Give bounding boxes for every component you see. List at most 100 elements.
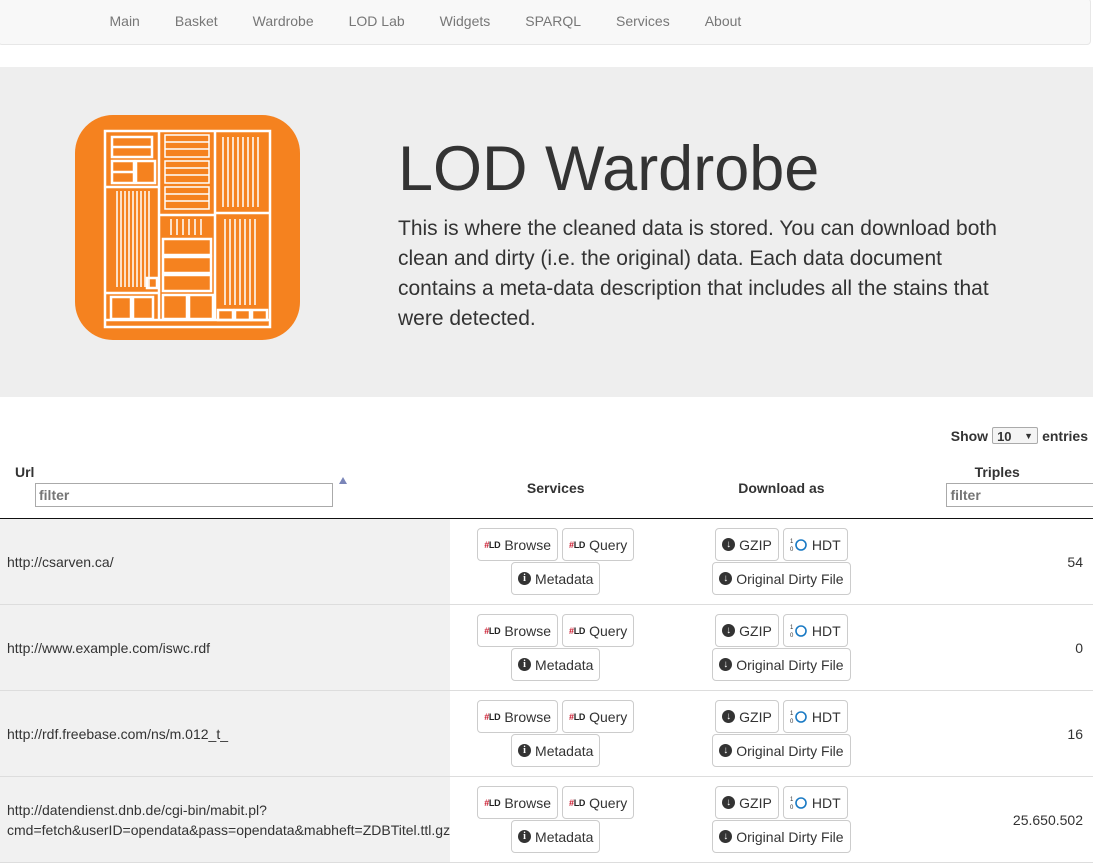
nav-item-sparql[interactable]: SPARQL: [508, 0, 599, 44]
download-icon: ↓: [719, 744, 733, 757]
page-size-select[interactable]: 10 ▼: [992, 427, 1039, 444]
table-row: http://rdf.freebase.com/ns/m.012_t_ #LD …: [0, 690, 1093, 777]
nav-menu: Main Basket Wardrobe LOD Lab Widgets SPA…: [92, 0, 759, 44]
original-dirty-file-button[interactable]: ↓ Original Dirty File: [712, 562, 851, 595]
query-label: Query: [589, 622, 628, 639]
browse-button[interactable]: #LD Browse: [477, 614, 558, 647]
original-dirty-file-button[interactable]: ↓ Original Dirty File: [712, 734, 851, 767]
linked-data-icon: #LD: [484, 539, 501, 550]
hdt-label: HDT: [811, 794, 841, 811]
browse-button[interactable]: #LD Browse: [477, 786, 558, 819]
query-label: Query: [589, 536, 628, 553]
metadata-button[interactable]: i Metadata: [511, 820, 601, 853]
gzip-label: GZIP: [739, 622, 772, 639]
browse-label: Browse: [504, 708, 551, 725]
nav-item-about[interactable]: About: [687, 0, 759, 44]
url-filter-input[interactable]: [35, 483, 333, 507]
row-downloads: ↓ GZIP 1 0 HDT ↓ Original Dirty File: [661, 776, 902, 863]
column-label-url: Url: [15, 464, 35, 480]
nav-item-main[interactable]: Main: [92, 0, 157, 44]
download-icon: ↓: [722, 710, 736, 723]
svg-text:0: 0: [790, 805, 794, 811]
row-triples: 25.650.502: [901, 776, 1093, 863]
hdt-button[interactable]: 1 0 HDT: [782, 614, 848, 647]
linked-data-icon: #LD: [484, 797, 501, 808]
metadata-button[interactable]: i Metadata: [511, 734, 601, 767]
browse-label: Browse: [504, 536, 551, 553]
hdt-button[interactable]: 1 0 HDT: [782, 700, 848, 733]
gzip-label: GZIP: [739, 708, 772, 725]
row-triples: 54: [901, 518, 1093, 605]
entries-length-control: Show 10 ▼ entries: [951, 427, 1088, 444]
row-triples: 16: [901, 690, 1093, 777]
gzip-button[interactable]: ↓ GZIP: [715, 528, 779, 561]
nav-item-widgets[interactable]: Widgets: [422, 0, 508, 44]
table-body: http://csarven.ca/ #LD Browse #LD Query …: [0, 518, 1093, 863]
query-label: Query: [589, 794, 628, 811]
browse-button[interactable]: #LD Browse: [477, 528, 558, 561]
browse-button[interactable]: #LD Browse: [477, 700, 558, 733]
nav-item-lod-lab[interactable]: LOD Lab: [331, 0, 422, 44]
nav-item-basket[interactable]: Basket: [157, 0, 235, 44]
download-icon: ↓: [719, 830, 733, 843]
linked-data-icon: #LD: [569, 625, 586, 636]
original-dirty-file-button[interactable]: ↓ Original Dirty File: [712, 820, 851, 853]
wardrobe-table: Url Services Download as Triples http://…: [0, 458, 1093, 863]
download-icon: ↓: [722, 796, 736, 809]
metadata-label: Metadata: [535, 570, 594, 587]
hdt-icon: 1 0: [790, 711, 807, 725]
wardrobe-logo-icon: [75, 115, 300, 340]
table-row: http://datendienst.dnb.de/cgi-bin/mabit.…: [0, 776, 1093, 863]
metadata-label: Metadata: [535, 656, 594, 673]
download-icon: ↓: [722, 624, 736, 637]
nav-item-wardrobe[interactable]: Wardrobe: [235, 0, 331, 44]
query-button[interactable]: #LD Query: [562, 786, 635, 819]
hdt-button[interactable]: 1 0 HDT: [782, 528, 848, 561]
row-url: http://datendienst.dnb.de/cgi-bin/mabit.…: [0, 776, 451, 863]
hdt-label: HDT: [811, 536, 841, 553]
browse-label: Browse: [504, 622, 551, 639]
dirty-label: Original Dirty File: [736, 742, 844, 759]
browse-label: Browse: [504, 794, 551, 811]
column-header-url[interactable]: Url: [0, 458, 451, 519]
metadata-label: Metadata: [535, 828, 594, 845]
info-icon: i: [518, 830, 532, 843]
sort-asc-icon[interactable]: [339, 477, 347, 484]
metadata-label: Metadata: [535, 742, 594, 759]
linked-data-icon: #LD: [484, 625, 501, 636]
nav-item-services[interactable]: Services: [599, 0, 688, 44]
info-icon: i: [518, 658, 532, 671]
triples-filter-input[interactable]: [946, 483, 1093, 507]
hdt-button[interactable]: 1 0 HDT: [782, 786, 848, 819]
linked-data-icon: #LD: [569, 797, 586, 808]
row-services: #LD Browse #LD Query i Metadata: [450, 518, 662, 605]
row-downloads: ↓ GZIP 1 0 HDT ↓ Original Dirty File: [661, 604, 902, 691]
row-url: http://rdf.freebase.com/ns/m.012_t_: [0, 690, 451, 777]
hero-jumbotron: LOD Wardrobe This is where the cleaned d…: [0, 67, 1093, 397]
navbar: Main Basket Wardrobe LOD Lab Widgets SPA…: [0, 0, 1091, 45]
gzip-button[interactable]: ↓ GZIP: [715, 614, 779, 647]
query-button[interactable]: #LD Query: [562, 528, 635, 561]
gzip-label: GZIP: [739, 794, 772, 811]
dirty-label: Original Dirty File: [736, 570, 844, 587]
row-downloads: ↓ GZIP 1 0 HDT ↓ Original Dirty File: [661, 518, 902, 605]
page-title: LOD Wardrobe: [398, 134, 820, 204]
original-dirty-file-button[interactable]: ↓ Original Dirty File: [712, 648, 851, 681]
column-header-triples[interactable]: Triples: [901, 458, 1093, 519]
info-icon: i: [518, 572, 532, 585]
table-row: http://csarven.ca/ #LD Browse #LD Query …: [0, 518, 1093, 605]
metadata-button[interactable]: i Metadata: [511, 648, 601, 681]
svg-text:1: 1: [790, 797, 794, 803]
query-button[interactable]: #LD Query: [562, 614, 635, 647]
linked-data-icon: #LD: [569, 711, 586, 722]
row-triples: 0: [901, 604, 1093, 691]
dirty-label: Original Dirty File: [736, 828, 844, 845]
query-button[interactable]: #LD Query: [562, 700, 635, 733]
gzip-button[interactable]: ↓ GZIP: [715, 786, 779, 819]
info-icon: i: [518, 744, 532, 757]
entries-label: entries: [1042, 427, 1088, 444]
column-header-services: Services: [450, 458, 662, 519]
gzip-button[interactable]: ↓ GZIP: [715, 700, 779, 733]
dirty-label: Original Dirty File: [736, 656, 844, 673]
metadata-button[interactable]: i Metadata: [511, 562, 601, 595]
